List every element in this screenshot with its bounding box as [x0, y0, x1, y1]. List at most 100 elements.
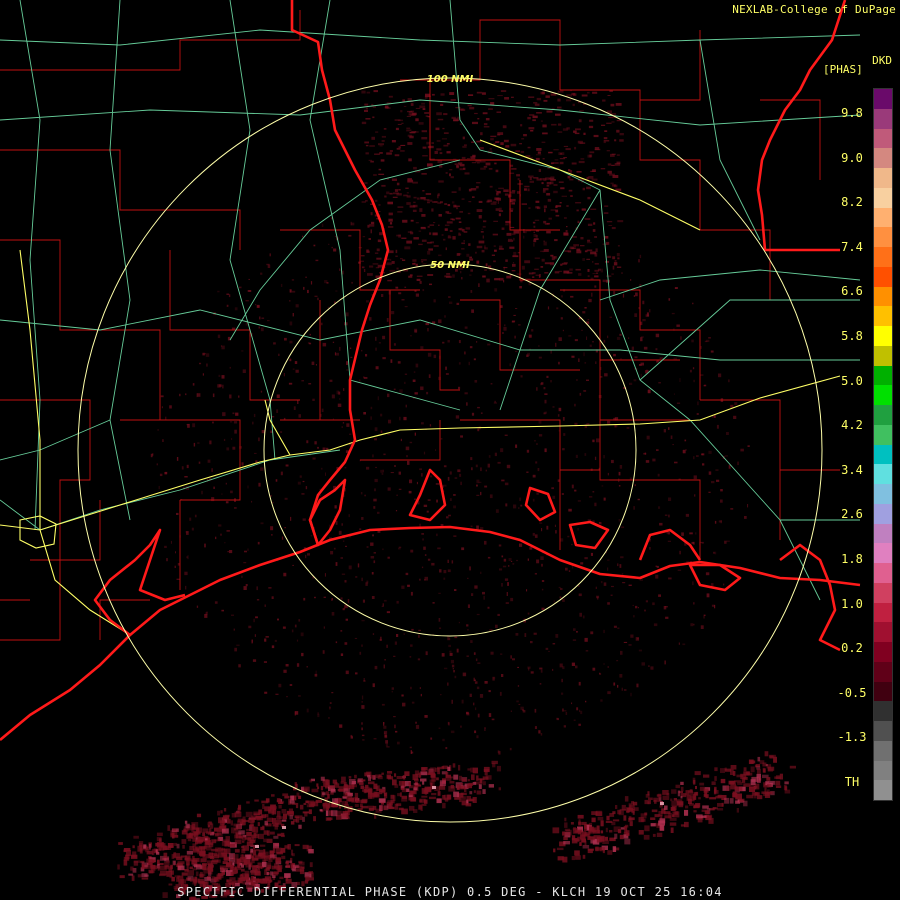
radar-echo-gate: [391, 140, 396, 143]
radar-echo-gate: [480, 231, 484, 233]
radar-echo-gate: [474, 585, 478, 589]
radar-echo-gate: [577, 814, 584, 819]
radar-echo-gate: [476, 260, 480, 264]
color-scale-swatch: [874, 484, 892, 504]
radar-echo-gate: [408, 111, 414, 113]
radar-echo-gate: [446, 221, 453, 224]
radar-echo-gate: [485, 118, 490, 121]
radar-echo-gate: [413, 201, 416, 204]
radar-echo-gate: [519, 497, 522, 502]
radar-echo-gate: [614, 260, 617, 262]
radar-echo-gate: [370, 229, 372, 234]
radar-echo-gate: [730, 404, 734, 408]
radar-echo-gate: [397, 361, 401, 364]
color-scale-swatch: [874, 108, 892, 129]
radar-echo-gate: [358, 379, 361, 382]
radar-echo-gate: [403, 105, 407, 107]
radar-echo-gate: [277, 833, 281, 837]
radar-echo-gate: [584, 637, 588, 642]
radar-echo-gate: [563, 145, 569, 147]
radar-echo-gate: [447, 636, 450, 638]
radar-echo-gate: [617, 245, 620, 247]
radar-echo-gate: [689, 369, 692, 373]
radar-echo-gate: [213, 486, 215, 489]
radar-echo-gate: [475, 186, 479, 189]
radar-echo-gate: [572, 103, 575, 107]
radar-echo-gate: [337, 403, 342, 407]
radar-echo-gate: [447, 766, 451, 771]
radar-echo-gate: [485, 263, 488, 266]
radar-echo-gate: [694, 771, 701, 776]
radar-echo-gate: [361, 517, 364, 520]
radar-echo-gate: [208, 821, 212, 824]
radar-echo-gate: [426, 141, 430, 145]
radar-echo-gate: [436, 777, 439, 781]
radar-echo-gate: [589, 826, 594, 832]
radar-echo-gate: [390, 258, 392, 261]
radar-echo-gate: [563, 232, 569, 235]
radar-echo-gate: [626, 427, 630, 429]
radar-echo-gate: [430, 737, 433, 740]
radar-echo-gate: [437, 118, 444, 121]
radar-echo-gate: [493, 402, 497, 404]
radar-echo-gate: [418, 122, 424, 125]
radar-echo-gate: [460, 792, 467, 796]
radar-echo-gate: [220, 345, 223, 347]
radar-echo-gate: [633, 295, 636, 297]
radar-echo-gate: [209, 856, 215, 859]
radar-echo-gate: [609, 830, 613, 833]
radar-echo-gate: [552, 495, 556, 499]
radar-echo-gate: [718, 520, 722, 523]
radar-echo-gate: [571, 162, 577, 165]
radar-echo-gate: [537, 151, 541, 154]
radar-echo-gate: [529, 180, 534, 183]
radar-echo-gate: [619, 133, 624, 136]
radar-echo-gate: [639, 579, 643, 581]
radar-echo-gate: [391, 261, 395, 264]
radar-echo-gate: [123, 859, 128, 866]
radar-echo-gate: [638, 830, 644, 835]
radar-echo-gate: [423, 546, 426, 550]
radar-echo-gate: [520, 124, 523, 127]
radar-echo-gate: [757, 768, 761, 774]
radar-echo-gate: [378, 211, 381, 212]
radar-echo-gate: [474, 380, 478, 383]
radar-echo-gate: [556, 205, 562, 208]
radar-echo-gate: [323, 596, 326, 598]
radar-echo-gate: [379, 152, 383, 154]
radar-echo-gate: [413, 204, 418, 208]
radar-echo-gate: [563, 710, 567, 712]
radar-echo-gate: [534, 103, 540, 106]
radar-echo-gate: [481, 92, 486, 95]
radar-echo-gate: [499, 691, 502, 696]
radar-echo-gate: [609, 173, 615, 176]
radar-echo-gate: [391, 690, 393, 693]
radar-echo-gate: [251, 815, 258, 819]
radar-echo-gate: [438, 727, 441, 729]
radar-echo-gate: [260, 272, 263, 275]
radar-echo-gate: [361, 266, 365, 269]
radar-echo-gate: [434, 151, 438, 154]
radar-echo-gate: [447, 476, 450, 481]
radar-echo-gate: [372, 116, 375, 119]
radar-echo-gate: [364, 494, 366, 497]
radar-echo-gate: [393, 388, 396, 390]
radar-echo-gate: [536, 97, 542, 101]
radar-echo-gate: [691, 541, 695, 544]
radar-echo-gate: [599, 522, 602, 525]
radar-echo-gate: [139, 844, 143, 851]
radar-echo-gate: [312, 457, 316, 460]
radar-echo-gate: [289, 340, 293, 344]
interstate-network: [0, 139, 841, 636]
radar-echo-gate: [220, 867, 224, 872]
radar-echo-gate: [160, 395, 164, 398]
radar-echo-gate: [181, 466, 184, 470]
radar-echo-gate: [345, 545, 347, 547]
radar-echo-gate: [422, 263, 427, 265]
radar-echo-gate: [439, 780, 446, 786]
radar-echo-gate: [600, 699, 603, 702]
radar-echo-gate: [185, 823, 190, 829]
radar-echo-gate: [404, 246, 411, 250]
radar-echo-gate: [533, 225, 536, 228]
radar-echo-gate: [684, 809, 689, 816]
